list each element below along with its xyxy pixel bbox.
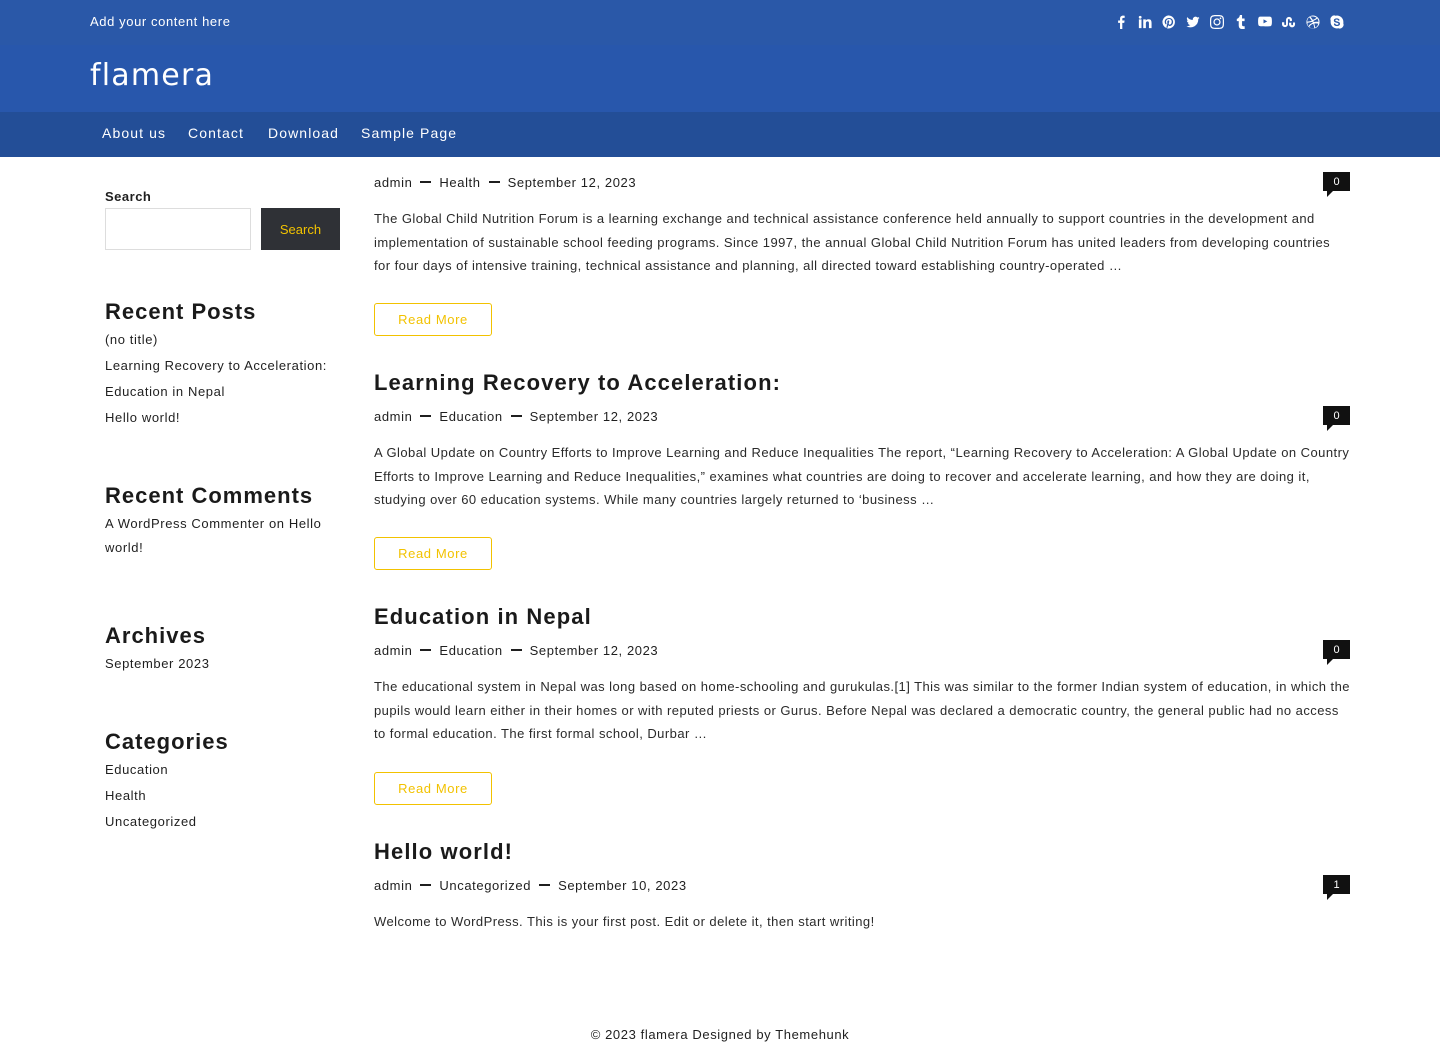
site-header: flamera [0, 45, 1440, 112]
post-excerpt: The educational system in Nepal was long… [374, 679, 1350, 741]
meta-separator [539, 884, 551, 886]
top-bar: Add your content here [0, 0, 1440, 45]
post-title[interactable]: Education in Nepal [374, 604, 592, 630]
search-input[interactable] [105, 208, 251, 250]
meta-separator [420, 181, 432, 183]
post-title[interactable]: Learning Recovery to Acceleration: [374, 370, 781, 396]
dribbble-icon[interactable] [1305, 13, 1321, 31]
post-meta: admin Education September 12, 2023 [374, 407, 658, 425]
recent-post-link[interactable]: Hello world! [105, 405, 180, 431]
instagram-icon[interactable] [1209, 13, 1225, 31]
post-title[interactable]: Hello world! [374, 839, 513, 865]
search-button[interactable]: Search [261, 208, 340, 250]
meta-separator [420, 415, 432, 417]
read-more-button[interactable]: Read More [374, 537, 492, 570]
comment-count-badge[interactable]: 0 [1323, 172, 1350, 197]
social-links [1113, 13, 1345, 31]
nav-item-download[interactable]: Download [268, 125, 339, 141]
search-label: Search [105, 189, 152, 204]
comment-connector: on [264, 516, 289, 531]
youtube-icon[interactable] [1257, 13, 1273, 31]
recent-posts-title: Recent Posts [105, 299, 257, 324]
post-excerpt: The Global Child Nutrition Forum is a le… [374, 211, 1331, 273]
stumbleupon-icon[interactable] [1281, 13, 1297, 31]
archive-link[interactable]: September 2023 [105, 651, 210, 677]
post-author[interactable]: admin [374, 643, 412, 658]
post-meta: admin Education September 12, 2023 [374, 641, 658, 659]
meta-separator [420, 649, 432, 651]
recent-comment-item: A WordPress Commenter on Hello world! [105, 512, 341, 560]
category-link[interactable]: Health [105, 783, 146, 809]
topbar-text: Add your content here [90, 14, 231, 29]
read-more-button[interactable]: Read More [374, 772, 492, 805]
skype-icon[interactable] [1329, 13, 1345, 31]
post-category[interactable]: Uncategorized [439, 878, 531, 893]
post-date[interactable]: September 12, 2023 [530, 643, 659, 658]
comment-count-badge[interactable]: 0 [1323, 640, 1350, 665]
nav-item-about-us[interactable]: About us [102, 125, 166, 141]
post-meta: admin Uncategorized September 10, 2023 [374, 876, 687, 894]
recent-comments-title: Recent Comments [105, 483, 314, 508]
post-excerpt: Welcome to WordPress. This is your first… [374, 914, 875, 929]
comment-count-badge[interactable]: 0 [1323, 406, 1350, 431]
read-more-button[interactable]: Read More [374, 303, 492, 336]
facebook-icon[interactable] [1113, 13, 1129, 31]
category-link[interactable]: Uncategorized [105, 809, 197, 835]
categories-title: Categories [105, 729, 229, 754]
post-category[interactable]: Health [439, 175, 480, 190]
recent-post-link[interactable]: Learning Recovery to Acceleration: Educa… [105, 353, 341, 405]
post-meta: admin Health September 12, 2023 [374, 173, 636, 191]
nav-item-contact[interactable]: Contact [188, 125, 244, 141]
post-date[interactable]: September 12, 2023 [508, 175, 637, 190]
meta-separator [420, 884, 432, 886]
tumblr-icon[interactable] [1233, 13, 1249, 31]
linkedin-icon[interactable] [1137, 13, 1153, 31]
comment-author-link[interactable]: A WordPress Commenter [105, 516, 265, 531]
post-category[interactable]: Education [439, 409, 502, 424]
comment-count-badge[interactable]: 1 [1323, 875, 1350, 900]
recent-post-link[interactable]: (no title) [105, 327, 158, 353]
twitter-icon[interactable] [1185, 13, 1201, 31]
main-nav: About us Contact Download Sample Page [0, 112, 1440, 157]
post-date[interactable]: September 10, 2023 [558, 878, 687, 893]
meta-separator [488, 181, 500, 183]
category-link[interactable]: Education [105, 757, 168, 783]
post-excerpt: A Global Update on Country Efforts to Im… [374, 445, 1350, 507]
archives-title: Archives [105, 623, 206, 648]
site-title[interactable]: flamera [90, 58, 214, 93]
post-author[interactable]: admin [374, 409, 412, 424]
post-date[interactable]: September 12, 2023 [530, 409, 659, 424]
footer-copyright: © 2023 flamera Designed by Themehunk [590, 1027, 850, 1042]
post-author[interactable]: admin [374, 175, 412, 190]
nav-item-sample-page[interactable]: Sample Page [361, 125, 457, 141]
meta-separator [510, 415, 522, 417]
post-category[interactable]: Education [439, 643, 502, 658]
pinterest-icon[interactable] [1161, 13, 1177, 31]
meta-separator [510, 649, 522, 651]
post-author[interactable]: admin [374, 878, 412, 893]
